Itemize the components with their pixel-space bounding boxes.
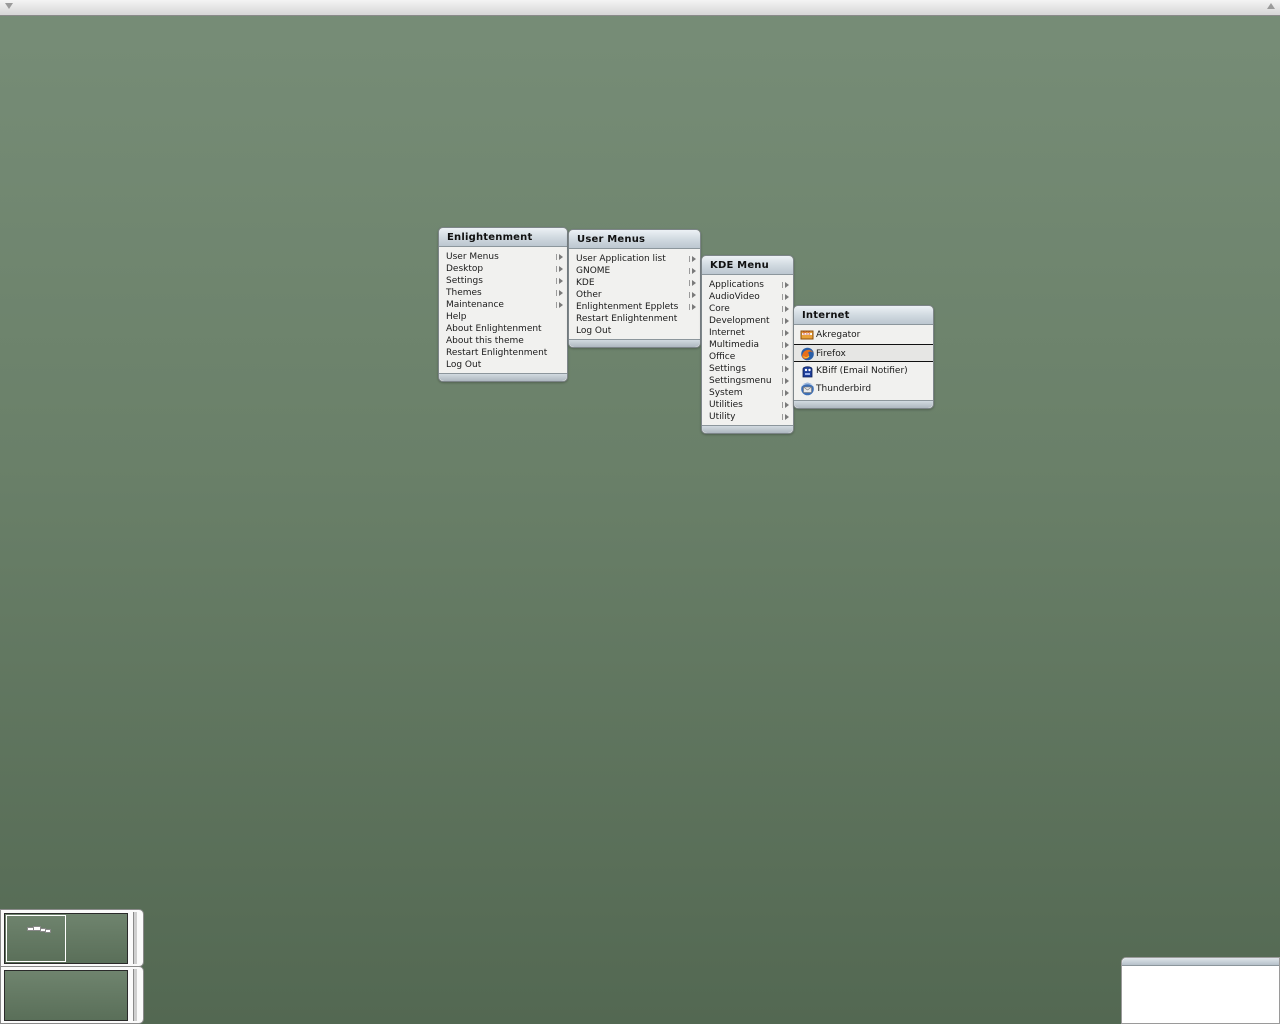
firefox-icon bbox=[801, 347, 814, 361]
menu-item-desktop[interactable]: Desktop bbox=[439, 263, 567, 275]
submenu-arrow-icon bbox=[782, 318, 789, 324]
menu-item-log-out[interactable]: Log Out bbox=[569, 325, 700, 337]
mini-window-icon bbox=[45, 929, 51, 933]
top-edge-bar bbox=[0, 0, 1280, 16]
menu-item-kbiff[interactable]: KBiff (Email Notifier) bbox=[794, 362, 933, 380]
menu-item-akregator[interactable]: RSS Akregator bbox=[794, 326, 933, 344]
menu-item-maintenance[interactable]: Maintenance bbox=[439, 299, 567, 311]
menu-item-kde[interactable]: KDE bbox=[569, 277, 700, 289]
menu-item-office[interactable]: Office bbox=[702, 351, 793, 363]
submenu-arrow-icon bbox=[689, 268, 696, 274]
submenu-arrow-icon bbox=[689, 304, 696, 310]
user-menus-menu: User Menus User Application list GNOME K… bbox=[568, 229, 701, 348]
menu-item-other[interactable]: Other bbox=[569, 289, 700, 301]
up-arrow-icon[interactable] bbox=[1267, 3, 1275, 9]
submenu-arrow-icon bbox=[782, 282, 789, 288]
menu-bottom-bar bbox=[794, 400, 933, 408]
submenu-arrow-icon bbox=[782, 366, 789, 372]
menu-item-settings[interactable]: Settings bbox=[439, 275, 567, 287]
svg-text:RSS: RSS bbox=[803, 331, 811, 336]
menu-item-applications[interactable]: Applications bbox=[702, 279, 793, 291]
menu-item-help[interactable]: Help bbox=[439, 311, 567, 323]
menu-item-user-application-list[interactable]: User Application list bbox=[569, 253, 700, 265]
menu-item-system[interactable]: System bbox=[702, 387, 793, 399]
desktop-pager-2[interactable] bbox=[0, 966, 144, 1024]
menu-item-internet[interactable]: Internet bbox=[702, 327, 793, 339]
menu-item-utilities[interactable]: Utilities bbox=[702, 399, 793, 411]
menu-bottom-bar bbox=[702, 425, 793, 433]
akregator-icon: RSS bbox=[800, 330, 814, 340]
bottom-right-panel bbox=[1121, 957, 1280, 1024]
menu-item-firefox[interactable]: Firefox bbox=[794, 344, 933, 362]
menu-item-utility[interactable]: Utility bbox=[702, 411, 793, 423]
down-arrow-icon[interactable] bbox=[5, 3, 13, 9]
pager-edge bbox=[133, 969, 137, 1021]
submenu-arrow-icon bbox=[782, 378, 789, 384]
kbiff-icon bbox=[802, 366, 813, 378]
menu-item-user-menus[interactable]: User Menus bbox=[439, 251, 567, 263]
submenu-arrow-icon bbox=[689, 292, 696, 298]
menu-bottom-bar bbox=[569, 339, 700, 347]
submenu-arrow-icon bbox=[782, 390, 789, 396]
submenu-arrow-icon bbox=[556, 302, 563, 308]
submenu-arrow-icon bbox=[782, 342, 789, 348]
internet-menu: Internet RSS Akregator Firefox KBiff (Em… bbox=[793, 305, 934, 409]
menu-item-log-out[interactable]: Log Out bbox=[439, 359, 567, 371]
submenu-arrow-icon bbox=[689, 280, 696, 286]
submenu-arrow-icon bbox=[556, 254, 563, 260]
menu-title: Internet bbox=[794, 306, 933, 325]
submenu-arrow-icon bbox=[782, 402, 789, 408]
thunderbird-icon bbox=[801, 382, 814, 396]
menu-item-settings[interactable]: Settings bbox=[702, 363, 793, 375]
menu-title: User Menus bbox=[569, 230, 700, 249]
submenu-arrow-icon bbox=[556, 290, 563, 296]
menu-item-core[interactable]: Core bbox=[702, 303, 793, 315]
submenu-arrow-icon bbox=[782, 306, 789, 312]
menu-item-development[interactable]: Development bbox=[702, 315, 793, 327]
menu-bottom-bar bbox=[439, 373, 567, 381]
pager-selected-area[interactable] bbox=[6, 915, 66, 962]
menu-item-restart[interactable]: Restart Enlightenment bbox=[569, 313, 700, 325]
submenu-arrow-icon bbox=[782, 414, 789, 420]
submenu-arrow-icon bbox=[556, 278, 563, 284]
menu-item-gnome[interactable]: GNOME bbox=[569, 265, 700, 277]
submenu-arrow-icon bbox=[556, 266, 563, 272]
menu-item-restart[interactable]: Restart Enlightenment bbox=[439, 347, 567, 359]
submenu-arrow-icon bbox=[782, 294, 789, 300]
menu-item-about-enlightenment[interactable]: About Enlightenment bbox=[439, 323, 567, 335]
menu-item-thunderbird[interactable]: Thunderbird bbox=[794, 380, 933, 398]
menu-item-enlightenment-epplets[interactable]: Enlightenment Epplets bbox=[569, 301, 700, 313]
pager-desktop-2[interactable] bbox=[4, 970, 128, 1021]
pager-edge bbox=[133, 912, 137, 964]
submenu-arrow-icon bbox=[689, 256, 696, 262]
menu-title: Enlightenment bbox=[439, 228, 567, 247]
kde-menu: KDE Menu Applications AudioVideo Core De… bbox=[701, 255, 794, 434]
menu-title: KDE Menu bbox=[702, 256, 793, 275]
submenu-arrow-icon bbox=[782, 330, 789, 336]
menu-item-audiovideo[interactable]: AudioVideo bbox=[702, 291, 793, 303]
menu-item-multimedia[interactable]: Multimedia bbox=[702, 339, 793, 351]
menu-item-settingsmenu[interactable]: Settingsmenu bbox=[702, 375, 793, 387]
menu-item-about-theme[interactable]: About this theme bbox=[439, 335, 567, 347]
pager-desktop-1[interactable] bbox=[4, 913, 128, 964]
panel-top-bar bbox=[1122, 958, 1279, 966]
desktop-pager-1[interactable] bbox=[0, 909, 144, 967]
menu-item-themes[interactable]: Themes bbox=[439, 287, 567, 299]
enlightenment-menu: Enlightenment User Menus Desktop Setting… bbox=[438, 227, 568, 382]
submenu-arrow-icon bbox=[782, 354, 789, 360]
